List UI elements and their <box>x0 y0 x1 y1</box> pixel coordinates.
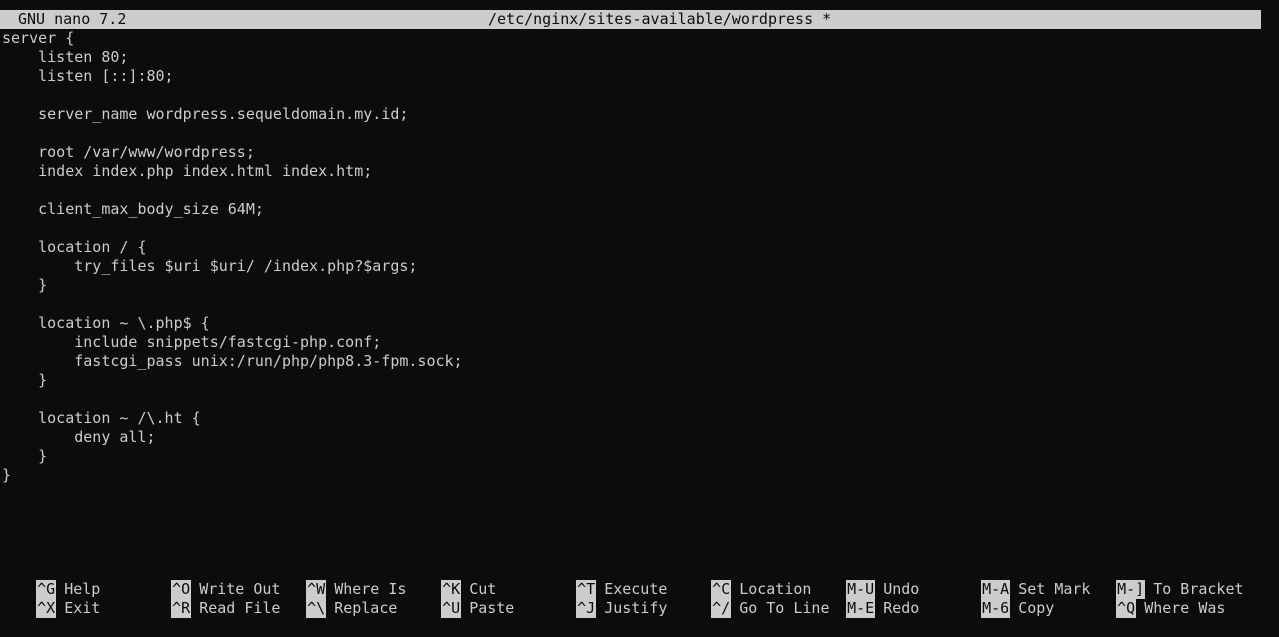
shortcut-exit[interactable]: ^X Exit <box>0 580 100 618</box>
shortcut-bar: ^G Help ^O Write Out ^W Where Is ^K Cut ^T Ex… <box>0 561 1279 618</box>
shortcut-key: M-6 <box>981 599 1011 618</box>
shortcut-to-bracket[interactable]: M-] To Bracket <box>1080 561 1244 599</box>
code-line[interactable] <box>2 219 1272 238</box>
shortcut-paste[interactable]: ^U Paste <box>405 580 514 618</box>
shortcut-label: Read File <box>199 599 281 617</box>
code-line[interactable]: include snippets/fastcgi-php.conf; <box>2 333 1272 352</box>
shortcut-go-to-line[interactable]: ^/Go To Line <box>675 580 830 618</box>
code-line[interactable]: deny all; <box>2 428 1272 447</box>
code-line[interactable]: } <box>2 276 1272 295</box>
shortcut-cut[interactable]: ^K Cut <box>405 561 496 599</box>
code-line[interactable] <box>2 181 1272 200</box>
shortcut-label: Exit <box>64 599 101 617</box>
title-bar: GNU nano 7.2 /etc/nginx/sites-available/… <box>0 10 1261 29</box>
code-line[interactable]: listen [::]:80; <box>2 67 1272 86</box>
shortcut-key: ^X <box>36 599 57 618</box>
shortcut-redo[interactable]: M-E Redo <box>810 580 919 618</box>
code-line[interactable] <box>2 295 1272 314</box>
code-line[interactable]: location / { <box>2 238 1272 257</box>
text-editor-area[interactable]: server { listen 80; listen [::]:80; serv… <box>2 29 1272 485</box>
shortcut-key: ^U <box>441 599 462 618</box>
code-line[interactable] <box>2 124 1272 143</box>
shortcut-undo[interactable]: M-U Undo <box>810 561 919 599</box>
code-line[interactable]: } <box>2 371 1272 390</box>
shortcut-justify[interactable]: ^J Justify <box>540 580 667 618</box>
shortcut-label: Justify <box>604 599 668 617</box>
code-line[interactable]: } <box>2 466 1272 485</box>
file-path: /etc/nginx/sites-available/wordpress * <box>488 10 832 28</box>
shortcut-where-was[interactable]: ^Q Where Was <box>1080 580 1225 618</box>
code-line[interactable]: root /var/www/wordpress; <box>2 143 1272 162</box>
shortcut-key: ^R <box>171 599 192 618</box>
shortcut-key: ^/ <box>711 599 732 618</box>
shortcut-replace[interactable]: ^\ Replace <box>270 580 397 618</box>
app-name: GNU nano 7.2 <box>18 10 127 28</box>
shortcut-label: Copy <box>1018 599 1055 617</box>
code-line[interactable]: index index.php index.html index.htm; <box>2 162 1272 181</box>
code-line[interactable]: fastcgi_pass unix:/run/php/php8.3-fpm.so… <box>2 352 1272 371</box>
shortcut-location[interactable]: ^C Location <box>675 561 811 599</box>
code-line[interactable]: listen 80; <box>2 48 1272 67</box>
code-line[interactable]: } <box>2 447 1272 466</box>
code-line[interactable]: try_files $uri $uri/ /index.php?$args; <box>2 257 1272 276</box>
code-line[interactable]: location ~ \.php$ { <box>2 314 1272 333</box>
shortcut-key: ^Q <box>1116 599 1137 618</box>
shortcut-label: Paste <box>469 599 515 617</box>
shortcut-read-file[interactable]: ^R Read File <box>135 580 280 618</box>
shortcut-label: Where Was <box>1144 599 1226 617</box>
shortcut-where-is[interactable]: ^W Where Is <box>270 561 406 599</box>
code-line[interactable]: location ~ /\.ht { <box>2 409 1272 428</box>
code-line[interactable]: client_max_body_size 64M; <box>2 200 1272 219</box>
code-line[interactable]: server_name wordpress.sequeldomain.my.id… <box>2 105 1272 124</box>
code-line[interactable]: server { <box>2 29 1272 48</box>
shortcut-key: ^J <box>576 599 597 618</box>
shortcut-key: ^\ <box>306 599 327 618</box>
shortcut-label: Redo <box>883 599 920 617</box>
code-line[interactable] <box>2 86 1272 105</box>
shortcut-set-mark[interactable]: M-A Set Mark <box>945 561 1090 599</box>
shortcut-execute[interactable]: ^T Execute <box>540 561 667 599</box>
shortcut-help[interactable]: ^G Help <box>0 561 100 599</box>
shortcut-copy[interactable]: M-6 Copy <box>945 580 1054 618</box>
code-line[interactable] <box>2 390 1272 409</box>
shortcut-write-out[interactable]: ^O Write Out <box>135 561 280 599</box>
shortcut-key: M-E <box>846 599 876 618</box>
shortcut-label: Replace <box>334 599 398 617</box>
